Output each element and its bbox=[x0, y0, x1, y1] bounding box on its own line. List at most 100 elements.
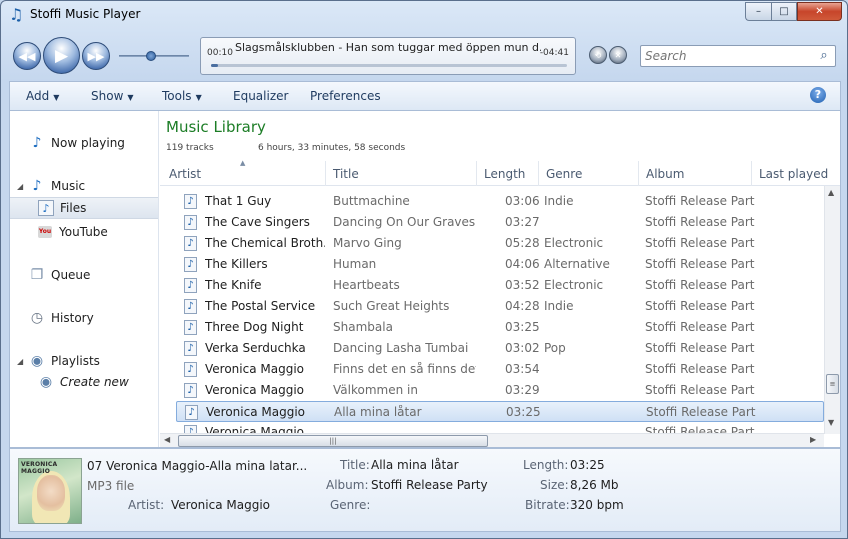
seek-bar[interactable] bbox=[211, 64, 567, 67]
scroll-right-icon[interactable]: ▶ bbox=[810, 435, 816, 444]
repeat-button[interactable]: ⟲ bbox=[589, 46, 607, 64]
seek-progress bbox=[211, 64, 219, 67]
youtube-icon: You bbox=[38, 226, 52, 238]
table-row[interactable]: ♪ That 1 Guy Buttmachine 03:06 Indie Stoffi R… bbox=[176, 191, 824, 212]
cell-length: 03:52 bbox=[505, 278, 540, 292]
table-row[interactable]: ♪ The Cave Singers Dancing On Our Graves 03… bbox=[176, 212, 824, 233]
horizontal-scroll-thumb[interactable]: ||| bbox=[178, 435, 488, 447]
add-playlist-icon: ◉ bbox=[39, 374, 53, 390]
elapsed-time: 00:10 bbox=[207, 48, 233, 58]
previous-button[interactable]: ◀◀ bbox=[13, 42, 41, 70]
cell-length: 03:06 bbox=[505, 194, 540, 208]
table-row[interactable]: ♪ Veronica Maggio Finns det en så finns de… bbox=[176, 359, 824, 380]
table-row[interactable]: ♪ Veronica Maggio Välkommen in 03:29 Stoffi … bbox=[176, 380, 824, 401]
column-album[interactable]: Album bbox=[646, 167, 684, 181]
nav-playlists[interactable]: ◉ Playlists bbox=[10, 350, 158, 372]
bitrate-value: 320 bpm bbox=[570, 498, 624, 512]
search-icon[interactable]: ⌕ bbox=[816, 48, 832, 64]
column-genre[interactable]: Genre bbox=[546, 167, 582, 181]
shuffle-button[interactable]: ✕ bbox=[609, 46, 627, 64]
search-box: ⌕ bbox=[640, 45, 836, 67]
menu-show[interactable]: Show ▼ bbox=[91, 89, 134, 103]
column-artist[interactable]: Artist bbox=[169, 167, 201, 181]
vertical-scrollbar[interactable]: ▲ ≡ ▼ bbox=[824, 186, 840, 434]
menu-add[interactable]: Add ▼ bbox=[26, 89, 59, 103]
column-title[interactable]: Title bbox=[333, 167, 359, 181]
cell-artist: The Cave Singers bbox=[205, 215, 310, 229]
size-value: 8,26 Mb bbox=[570, 478, 619, 492]
audio-file-icon: ♪ bbox=[184, 194, 197, 209]
scroll-thumb[interactable]: ≡ bbox=[826, 374, 839, 394]
nav-now-playing[interactable]: ♪ Now playing bbox=[10, 132, 158, 154]
nav-history[interactable]: ◷ History bbox=[10, 307, 158, 329]
horizontal-scrollbar[interactable]: ◀ ||| ▶ bbox=[160, 433, 824, 447]
audio-file-icon: ♪ bbox=[184, 278, 197, 293]
artist-label: Artist: bbox=[128, 498, 165, 512]
column-length[interactable]: Length bbox=[484, 167, 525, 181]
nav-youtube[interactable]: You YouTube bbox=[10, 221, 158, 243]
column-last-played[interactable]: Last played bbox=[759, 167, 828, 181]
window-controls: – □ ✕ bbox=[745, 2, 842, 21]
nav-history-label: History bbox=[51, 311, 94, 325]
column-divider[interactable] bbox=[538, 161, 539, 186]
cell-album: Stoffi Release Party bbox=[646, 405, 756, 419]
cell-album: Stoffi Release Party bbox=[645, 425, 755, 433]
help-icon[interactable]: ? bbox=[810, 87, 826, 103]
audio-file-icon: ♪ bbox=[184, 425, 197, 433]
nav-playlists-label: Playlists bbox=[51, 354, 100, 368]
table-row[interactable]: ♪ The Postal Service Such Great Heights 04:… bbox=[176, 296, 824, 317]
column-divider[interactable] bbox=[325, 161, 326, 186]
table-row[interactable]: ♪ The Killers Human 04:06 Alternative Stoffi … bbox=[176, 254, 824, 275]
menu-show-label: Show bbox=[91, 89, 124, 103]
close-button[interactable]: ✕ bbox=[797, 2, 842, 21]
next-button[interactable]: ▶▶ bbox=[82, 42, 110, 70]
length-value: 03:25 bbox=[570, 458, 605, 472]
play-button[interactable]: ▶ bbox=[43, 37, 80, 74]
menu-tools[interactable]: Tools ▼ bbox=[162, 89, 202, 103]
cell-title: Marvo Ging bbox=[333, 236, 402, 250]
app-window: ♫ Stoffi Music Player – □ ✕ ◀◀ ▶ ▶▶ 00:1… bbox=[0, 0, 848, 539]
scroll-left-icon[interactable]: ◀ bbox=[164, 435, 170, 444]
volume-knob[interactable] bbox=[145, 51, 156, 61]
album-value[interactable]: Stoffi Release Party bbox=[371, 478, 488, 492]
audio-file-icon: ♪ bbox=[38, 200, 54, 216]
title-value[interactable]: Alla mina låtar bbox=[371, 458, 459, 472]
cell-artist: Verka Serduchka bbox=[205, 341, 306, 355]
nav-queue-label: Queue bbox=[51, 268, 91, 282]
column-divider[interactable] bbox=[751, 161, 752, 186]
cell-album: Stoffi Release Party bbox=[645, 299, 755, 313]
menu-preferences[interactable]: Preferences bbox=[310, 89, 381, 103]
cell-artist: The Postal Service bbox=[205, 299, 316, 313]
table-row[interactable]: ♪ Three Dog Night Shambala 03:25 Stoffi Rele… bbox=[176, 317, 824, 338]
album-label: Album: bbox=[326, 478, 369, 492]
scroll-down-icon[interactable]: ▼ bbox=[828, 418, 834, 427]
nav-music[interactable]: ♪ Music bbox=[10, 175, 158, 197]
search-input[interactable] bbox=[645, 48, 815, 64]
table-row[interactable]: ♪ Veronica Maggio Alla mina låtar 03:25 Stof… bbox=[176, 401, 824, 422]
nav-files[interactable]: ♪ Files bbox=[10, 197, 158, 219]
table-row[interactable]: ♪ The Chemical Broth... Marvo Ging 05:28 Ele… bbox=[176, 233, 824, 254]
track-count: 119 tracks bbox=[166, 143, 214, 153]
column-divider[interactable] bbox=[476, 161, 477, 186]
fast-forward-icon: ▶▶ bbox=[87, 49, 105, 63]
nav-queue[interactable]: ❐ Queue bbox=[10, 264, 158, 286]
details-filetype: MP3 file bbox=[87, 479, 135, 493]
repeat-icon: ⟲ bbox=[594, 50, 602, 60]
size-label: Size: bbox=[540, 478, 569, 492]
column-divider[interactable] bbox=[638, 161, 639, 186]
table-row[interactable]: ♪ Veronica Maggio Stoffi Release Party bbox=[176, 422, 824, 433]
table-row[interactable]: ♪ Verka Serduchka Dancing Lasha Tumbai 03:0… bbox=[176, 338, 824, 359]
scroll-up-icon[interactable]: ▲ bbox=[828, 188, 834, 197]
title-bar[interactable]: ♫ Stoffi Music Player – □ ✕ bbox=[1, 1, 847, 29]
minimize-button[interactable]: – bbox=[745, 2, 771, 21]
shuffle-icon: ✕ bbox=[614, 50, 622, 60]
cell-artist: The Knife bbox=[205, 278, 262, 292]
cell-album: Stoffi Release Party bbox=[645, 278, 755, 292]
table-row[interactable]: ♪ The Knife Heartbeats 03:52 Electronic Stoff… bbox=[176, 275, 824, 296]
artist-value[interactable]: Veronica Maggio bbox=[171, 498, 270, 512]
cell-artist: That 1 Guy bbox=[205, 194, 272, 208]
menu-equalizer[interactable]: Equalizer bbox=[233, 89, 288, 103]
nav-create-new[interactable]: ◉ Create new bbox=[10, 371, 158, 393]
maximize-button[interactable]: □ bbox=[771, 2, 797, 21]
cell-title: Finns det en så finns det... bbox=[333, 362, 476, 376]
